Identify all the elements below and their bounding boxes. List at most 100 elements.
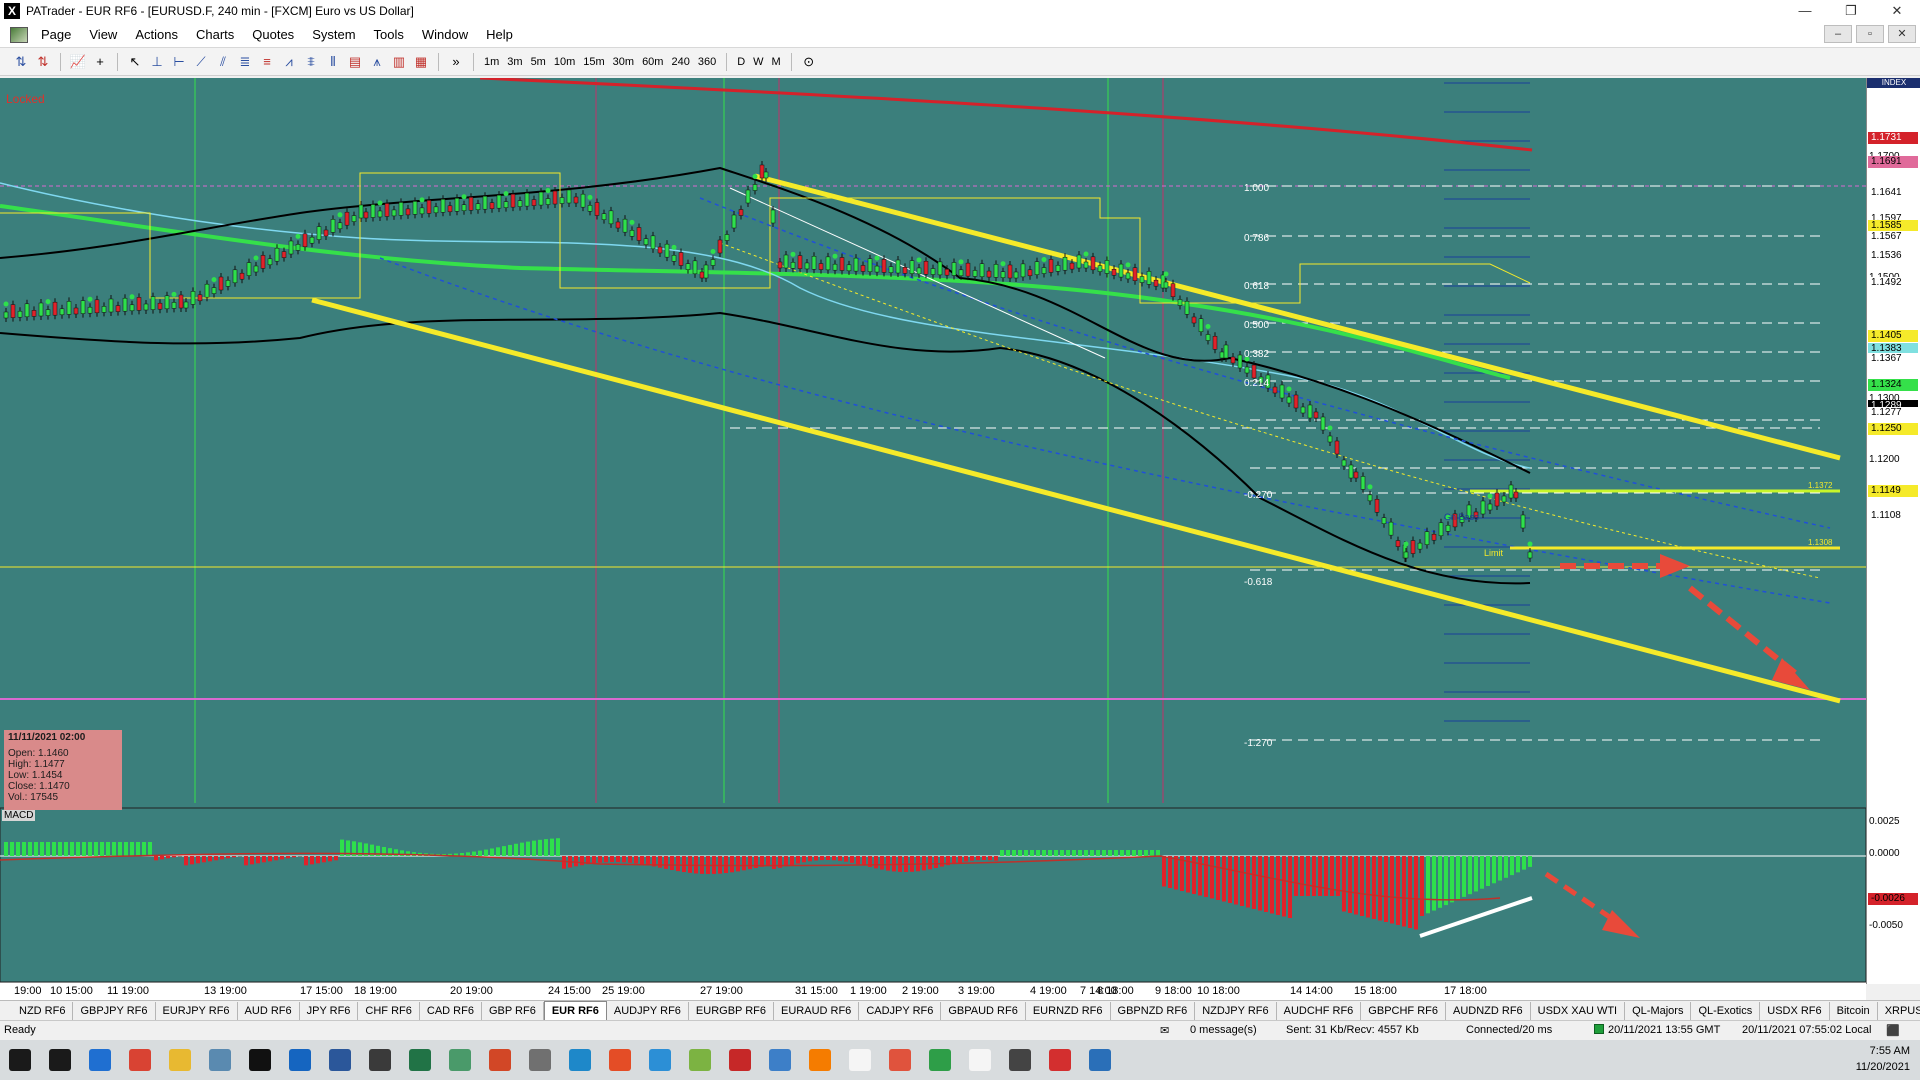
search-icon[interactable]: [40, 1040, 80, 1080]
chart-window-icon[interactable]: [10, 26, 28, 43]
chart-area[interactable]: 1.000 0.786 0.618 0.500 0.382 0.214 -0.270 -0.6…: [0, 78, 1920, 1000]
fibonacci-icon[interactable]: ≣: [235, 52, 255, 72]
menu-actions[interactable]: Actions: [126, 27, 187, 42]
fib-fan-icon[interactable]: ⩘: [279, 52, 299, 72]
symbol-tab[interactable]: QL-Majors: [1625, 1001, 1692, 1020]
symbol-tab[interactable]: NZD RF6: [12, 1001, 74, 1020]
close-button[interactable]: ✕: [1874, 0, 1920, 22]
erase-tool-icon[interactable]: ▦: [411, 52, 431, 72]
symbol-tab[interactable]: XRPUSDRF6: [1878, 1002, 1920, 1020]
app-icon[interactable]: [760, 1040, 800, 1080]
timeframe-15m[interactable]: 15m: [579, 52, 608, 72]
gann-icon[interactable]: ⩨: [301, 52, 321, 72]
menu-tools[interactable]: Tools: [365, 27, 413, 42]
symbol-tab[interactable]: CAD RF6: [420, 1001, 482, 1020]
powerpoint-icon[interactable]: [480, 1040, 520, 1080]
price-chart[interactable]: 1.000 0.786 0.618 0.500 0.382 0.214 -0.270 -0.6…: [0, 78, 1920, 984]
app-icon[interactable]: [640, 1040, 680, 1080]
sell-icon[interactable]: ⇅: [33, 52, 53, 72]
text-tool-icon[interactable]: ▤: [345, 52, 365, 72]
app-icon[interactable]: [920, 1040, 960, 1080]
timeframe-60m[interactable]: 60m: [638, 52, 667, 72]
symbol-tab[interactable]: AUD RF6: [238, 1001, 300, 1020]
fib-extension-icon[interactable]: ≡: [257, 52, 277, 72]
file-explorer-icon[interactable]: [160, 1040, 200, 1080]
symbol-tab[interactable]: GBPNZD RF6: [1111, 1001, 1196, 1020]
symbol-tab[interactable]: EURAUD RF6: [774, 1001, 860, 1020]
app-icon[interactable]: [840, 1040, 880, 1080]
symbol-tab[interactable]: Bitcoin: [1830, 1001, 1878, 1020]
app-icon[interactable]: [600, 1040, 640, 1080]
app-icon[interactable]: [560, 1040, 600, 1080]
menu-quotes[interactable]: Quotes: [243, 27, 303, 42]
mdi-close-button[interactable]: ✕: [1888, 25, 1916, 43]
mdi-restore-button[interactable]: ▫: [1856, 25, 1884, 43]
timeframe-5m[interactable]: 5m: [527, 52, 550, 72]
menu-page[interactable]: Page: [32, 27, 80, 42]
calculator-icon[interactable]: [360, 1040, 400, 1080]
app-icon[interactable]: [440, 1040, 480, 1080]
timeframe-3m[interactable]: 3m: [503, 52, 526, 72]
app-icon[interactable]: [720, 1040, 760, 1080]
channel-icon[interactable]: ⫽: [213, 52, 233, 72]
more-tools-button[interactable]: »: [446, 52, 466, 72]
app-icon[interactable]: [200, 1040, 240, 1080]
outlook-icon[interactable]: [280, 1040, 320, 1080]
symbol-tab[interactable]: EURGBP RF6: [689, 1001, 775, 1020]
windows-start-icon[interactable]: [0, 1040, 40, 1080]
symbol-tab[interactable]: GBPJPY RF6: [73, 1001, 156, 1020]
app-icon[interactable]: [520, 1040, 560, 1080]
symbol-tab[interactable]: NZDJPY RF6: [1195, 1001, 1277, 1020]
menu-window[interactable]: Window: [413, 27, 477, 42]
buy-icon[interactable]: ⇅: [11, 52, 31, 72]
menu-system[interactable]: System: [303, 27, 364, 42]
menu-charts[interactable]: Charts: [187, 27, 243, 42]
timeframe-30m[interactable]: 30m: [609, 52, 638, 72]
time-axis[interactable]: 19:00 10 15:00 11 19:00 13 19:00 17 15:00 18 …: [0, 982, 1866, 1000]
app-icon[interactable]: [960, 1040, 1000, 1080]
symbol-tab[interactable]: JPY RF6: [300, 1001, 359, 1020]
timeframe-10m[interactable]: 10m: [550, 52, 579, 72]
trend-line-icon[interactable]: ⟋: [191, 52, 211, 72]
timeframe-240[interactable]: 240: [667, 52, 693, 72]
app-icon[interactable]: [680, 1040, 720, 1080]
app-icon[interactable]: [880, 1040, 920, 1080]
cycles-icon[interactable]: ⦀: [323, 52, 343, 72]
symbol-tab[interactable]: EUR RF6: [543, 1001, 607, 1020]
menu-view[interactable]: View: [80, 27, 126, 42]
app-icon[interactable]: [1080, 1040, 1120, 1080]
timeframe-1m[interactable]: 1m: [480, 52, 503, 72]
symbol-tab[interactable]: QL-Exotics: [1691, 1001, 1761, 1020]
edge-icon[interactable]: [80, 1040, 120, 1080]
period-weekly[interactable]: W: [749, 52, 767, 72]
minimize-button[interactable]: —: [1782, 0, 1828, 22]
excel-icon[interactable]: [400, 1040, 440, 1080]
vertical-line-icon[interactable]: ⊢: [169, 52, 189, 72]
system-clock[interactable]: 7:55 AM 11/20/2021: [1856, 1043, 1910, 1075]
word-icon[interactable]: [320, 1040, 360, 1080]
symbol-tab[interactable]: GBP RF6: [482, 1001, 544, 1020]
pitchfork-icon[interactable]: ⩚: [367, 52, 387, 72]
period-monthly[interactable]: M: [768, 52, 785, 72]
patrader-icon[interactable]: [240, 1040, 280, 1080]
symbol-tab[interactable]: AUDNZD RF6: [1446, 1001, 1531, 1020]
symbol-tab[interactable]: CADJPY RF6: [859, 1001, 942, 1020]
symbol-tab[interactable]: USDX RF6: [1760, 1001, 1830, 1020]
clock-icon[interactable]: ⊙: [799, 52, 819, 72]
app-icon[interactable]: [1040, 1040, 1080, 1080]
pointer-icon[interactable]: ↖: [125, 52, 145, 72]
message-icon[interactable]: ✉: [1160, 1024, 1169, 1037]
chart-icon[interactable]: 📈: [68, 52, 88, 72]
rectangle-tool-icon[interactable]: ▥: [389, 52, 409, 72]
period-daily[interactable]: D: [733, 52, 749, 72]
symbol-tab[interactable]: USDX XAU WTI: [1531, 1001, 1626, 1020]
restore-button[interactable]: ❐: [1828, 0, 1874, 22]
symbol-tab[interactable]: GBPCHF RF6: [1361, 1001, 1446, 1020]
mdi-minimize-button[interactable]: –: [1824, 25, 1852, 43]
symbol-tab[interactable]: AUDCHF RF6: [1277, 1001, 1362, 1020]
app-icon[interactable]: [1000, 1040, 1040, 1080]
symbol-tab[interactable]: AUDJPY RF6: [607, 1001, 689, 1020]
symbol-tab[interactable]: EURJPY RF6: [156, 1001, 238, 1020]
chrome-icon[interactable]: [120, 1040, 160, 1080]
price-axis[interactable]: INDEX 1.17001.15001.14001.13001.12001.11…: [1866, 78, 1920, 984]
